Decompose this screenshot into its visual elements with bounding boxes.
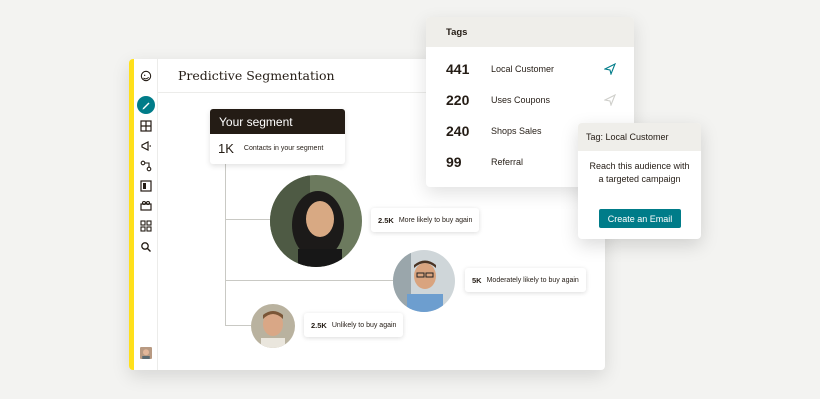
mailchimp-logo-icon[interactable]	[137, 67, 155, 85]
tag-name: Uses Coupons	[491, 95, 551, 105]
website-icon[interactable]	[138, 178, 154, 194]
integrations-icon[interactable]	[138, 198, 154, 214]
tags-title: Tags	[426, 17, 634, 47]
tree-branch-line	[225, 325, 251, 326]
tag-name: Local Customer	[491, 64, 555, 74]
audience-icon[interactable]	[138, 118, 154, 134]
tag-count: 441	[446, 61, 470, 77]
customer-photo-man	[251, 304, 295, 348]
user-avatar[interactable]	[138, 345, 154, 361]
grid-icon[interactable]	[138, 218, 154, 234]
prediction-value: 2.5K	[378, 215, 394, 225]
popover-text: Reach this audience with a targeted camp…	[589, 161, 690, 184]
prediction-pill[interactable]: 2.5K More likely to buy again	[371, 208, 480, 232]
automation-icon[interactable]	[138, 158, 154, 174]
prediction-label: Unlikely to buy again	[331, 321, 397, 329]
send-icon[interactable]	[604, 63, 616, 75]
segment-count: 1K	[218, 141, 234, 156]
segment-card[interactable]: Your segment 1K Contacts in your segment	[210, 109, 345, 164]
megaphone-icon[interactable]	[138, 138, 154, 154]
prediction-value: 2.5K	[311, 320, 327, 330]
tag-count: 99	[446, 154, 462, 170]
pencil-icon[interactable]	[137, 96, 155, 114]
prediction-label: More likely to buy again	[398, 216, 473, 224]
page-title: Predictive Segmentation	[178, 68, 335, 83]
sidebar	[134, 59, 158, 370]
tree-trunk-line	[225, 164, 226, 326]
search-icon[interactable]	[138, 239, 154, 255]
prediction-pill[interactable]: 2.5K Unlikely to buy again	[304, 313, 404, 337]
send-icon[interactable]	[604, 94, 616, 106]
tag-count: 220	[446, 92, 470, 108]
prediction-pill[interactable]: 5K Moderately likely to buy again	[465, 268, 586, 292]
tree-branch-line	[225, 280, 395, 281]
segment-label: Contacts in your segment	[243, 145, 324, 152]
tag-row-local-customer[interactable]: 441 Local Customer	[446, 59, 616, 79]
customer-photo-man-glasses	[393, 250, 455, 312]
tag-row-uses-coupons[interactable]: 220 Uses Coupons	[446, 90, 616, 110]
tag-count: 240	[446, 123, 470, 139]
segment-title: Your segment	[210, 109, 345, 134]
prediction-label: Moderately likely to buy again	[486, 276, 579, 284]
tree-branch-line	[225, 219, 275, 220]
customer-photo-woman	[270, 175, 362, 267]
popover-title: Tag: Local Customer	[578, 123, 701, 151]
prediction-value: 5K	[472, 275, 482, 285]
create-email-button[interactable]: Create an Email	[599, 209, 681, 228]
tag-popover: Tag: Local Customer Reach this audience …	[578, 123, 701, 239]
